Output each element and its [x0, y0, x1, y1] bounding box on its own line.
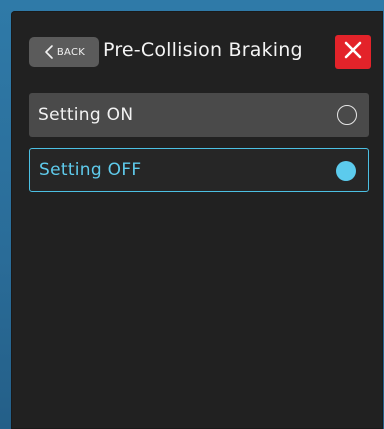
header-bar: BACK Pre-Collision Braking [11, 11, 383, 81]
chevron-left-icon [43, 44, 55, 60]
option-setting-on[interactable]: Setting ON [29, 93, 369, 137]
device-frame: BACK Pre-Collision Braking Setting ON Se… [0, 0, 384, 429]
option-setting-on-label: Setting ON [38, 105, 134, 125]
option-setting-off-label: Setting OFF [39, 160, 142, 180]
back-button[interactable]: BACK [29, 37, 99, 67]
close-x-icon [343, 40, 363, 64]
option-setting-off[interactable]: Setting OFF [29, 148, 369, 192]
close-button[interactable] [335, 35, 371, 69]
settings-screen: BACK Pre-Collision Braking Setting ON Se… [11, 11, 383, 429]
page-title: Pre-Collision Braking [103, 39, 303, 61]
back-button-label: BACK [56, 46, 86, 58]
radio-unselected-icon [337, 105, 357, 125]
radio-selected-icon [336, 161, 356, 181]
